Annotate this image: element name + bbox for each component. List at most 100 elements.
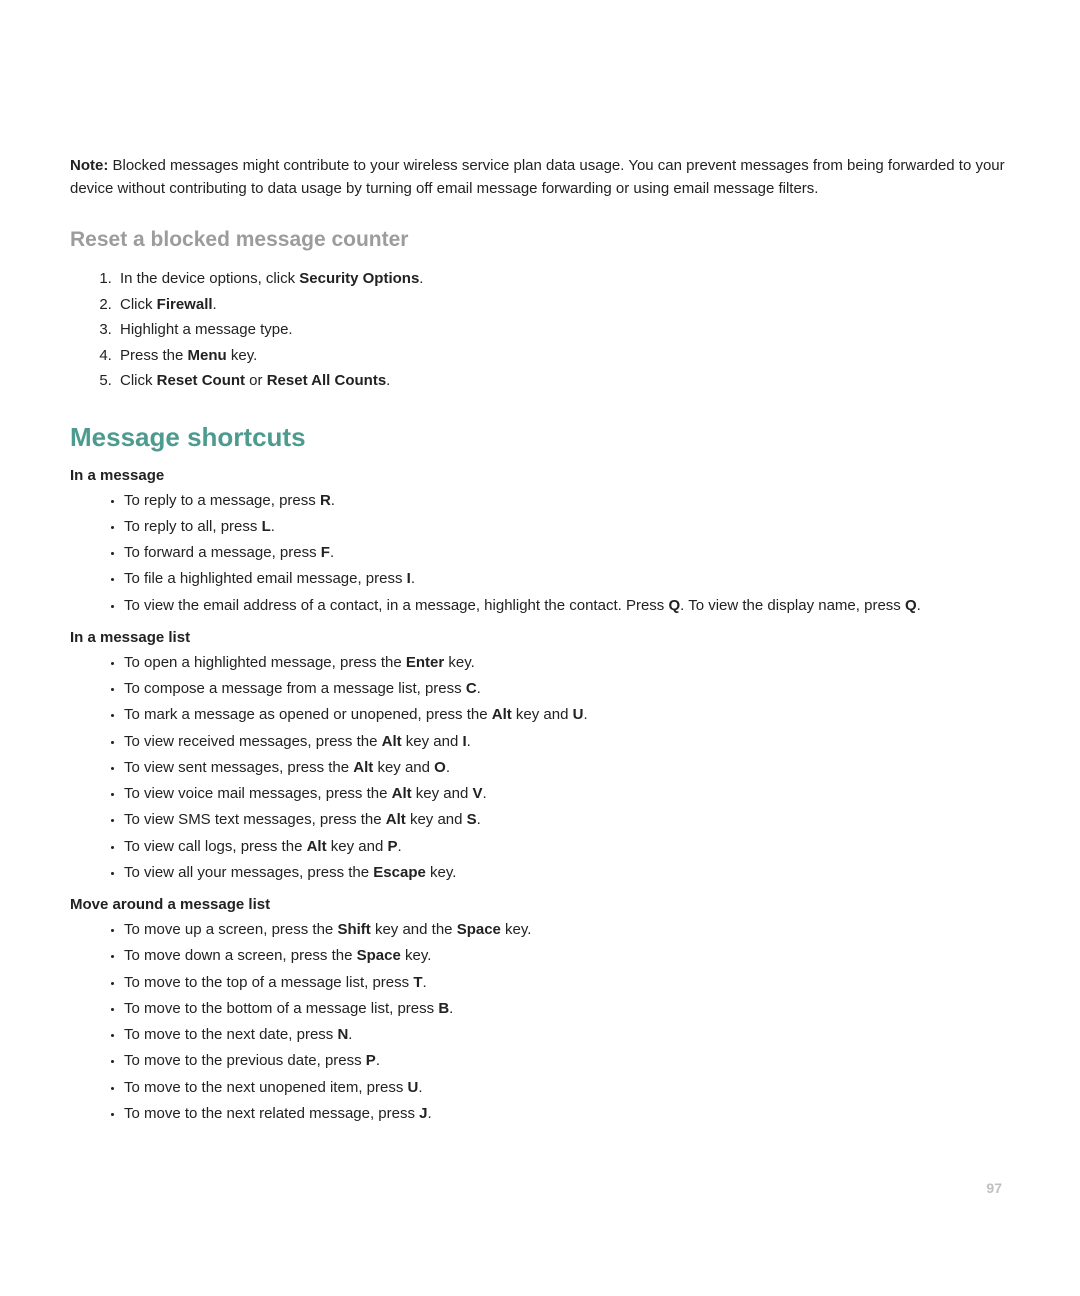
text: To move to the top of a message list, pr… <box>124 974 413 991</box>
list-item: To move to the bottom of a message list,… <box>124 996 1010 1022</box>
text: . <box>386 372 390 389</box>
bold: S <box>467 811 477 828</box>
list-item: To reply to all, press L. <box>124 514 1010 540</box>
text: . <box>376 1052 380 1069</box>
text: . <box>477 811 481 828</box>
text: key and <box>512 706 573 723</box>
text: key and <box>412 785 473 802</box>
bold: B <box>438 1000 449 1017</box>
list-item: To view sent messages, press the Alt key… <box>124 755 1010 781</box>
list-item: To forward a message, press F. <box>124 540 1010 566</box>
text: To compose a message from a message list… <box>124 680 466 697</box>
text: To view call logs, press the <box>124 838 307 855</box>
list-item: Click Reset Count or Reset All Counts. <box>116 368 1010 394</box>
bold: R <box>320 492 331 509</box>
list-item: To move to the next unopened item, press… <box>124 1075 1010 1101</box>
list-item: Click Firewall. <box>116 292 1010 318</box>
text: . <box>477 680 481 697</box>
list-item: To mark a message as opened or unopened,… <box>124 702 1010 728</box>
subheading-in-a-message: In a message <box>70 467 1010 484</box>
reset-counter-steps: In the device options, click Security Op… <box>70 266 1010 394</box>
bold: Alt <box>392 785 412 802</box>
text: key. <box>444 654 475 671</box>
text: To reply to a message, press <box>124 492 320 509</box>
text: key and <box>373 759 434 776</box>
move-around-list: To move up a screen, press the Shift key… <box>70 917 1010 1127</box>
bold: O <box>434 759 446 776</box>
text: . <box>411 570 415 587</box>
list-item: To view call logs, press the Alt key and… <box>124 834 1010 860</box>
text: . <box>428 1105 432 1122</box>
text: In the device options, click <box>120 270 299 287</box>
bold: Escape <box>373 864 426 881</box>
text: . <box>331 492 335 509</box>
text: To move to the next unopened item, press <box>124 1079 408 1096</box>
text: To mark a message as opened or unopened,… <box>124 706 492 723</box>
text: . <box>419 270 423 287</box>
note-label: Note: <box>70 157 108 174</box>
text: key and <box>402 733 463 750</box>
list-item: To view received messages, press the Alt… <box>124 729 1010 755</box>
bold: Alt <box>492 706 512 723</box>
text: To forward a message, press <box>124 544 321 561</box>
list-item: To view voice mail messages, press the A… <box>124 781 1010 807</box>
bold: Space <box>357 947 401 964</box>
text: key. <box>227 347 258 364</box>
subheading-in-a-message-list: In a message list <box>70 629 1010 646</box>
list-item: To compose a message from a message list… <box>124 676 1010 702</box>
text: To file a highlighted email message, pre… <box>124 570 407 587</box>
bold: Alt <box>307 838 327 855</box>
text: Click <box>120 372 157 389</box>
text: To view all your messages, press the <box>124 864 373 881</box>
text: . <box>449 1000 453 1017</box>
in-message-list-list: To open a highlighted message, press the… <box>70 650 1010 886</box>
text: . <box>418 1079 422 1096</box>
bold: Q <box>668 597 680 614</box>
text: To view the email address of a contact, … <box>124 597 668 614</box>
text: . <box>397 838 401 855</box>
list-item: To move up a screen, press the Shift key… <box>124 917 1010 943</box>
note-text: Blocked messages might contribute to you… <box>70 157 1005 197</box>
text: key. <box>426 864 457 881</box>
text: key and <box>406 811 467 828</box>
list-item: To view SMS text messages, press the Alt… <box>124 807 1010 833</box>
text: To move to the previous date, press <box>124 1052 366 1069</box>
bold: C <box>466 680 477 697</box>
text: . <box>917 597 921 614</box>
text: . <box>583 706 587 723</box>
text: To move to the next date, press <box>124 1026 337 1043</box>
text: or <box>245 372 267 389</box>
document-page: Note: Blocked messages might contribute … <box>0 0 1080 1296</box>
heading-reset-counter: Reset a blocked message counter <box>70 228 1010 252</box>
list-item: To move to the next date, press N. <box>124 1022 1010 1048</box>
bold: Shift <box>337 921 370 938</box>
list-item: To file a highlighted email message, pre… <box>124 566 1010 592</box>
text: Press the <box>120 347 188 364</box>
text: To move to the bottom of a message list,… <box>124 1000 438 1017</box>
text: . <box>271 518 275 535</box>
text: . <box>348 1026 352 1043</box>
bold: Alt <box>386 811 406 828</box>
text: To view sent messages, press the <box>124 759 353 776</box>
text: To view received messages, press the <box>124 733 382 750</box>
bold: Menu <box>188 347 227 364</box>
text: . <box>422 974 426 991</box>
bold: N <box>337 1026 348 1043</box>
list-item: To open a highlighted message, press the… <box>124 650 1010 676</box>
bold: Alt <box>382 733 402 750</box>
text: . <box>467 733 471 750</box>
bold: Q <box>905 597 917 614</box>
text: . <box>483 785 487 802</box>
text: Click <box>120 296 157 313</box>
bold: U <box>408 1079 419 1096</box>
text: To view voice mail messages, press the <box>124 785 392 802</box>
bold: V <box>472 785 482 802</box>
text: key. <box>501 921 532 938</box>
bold: Alt <box>353 759 373 776</box>
page-number: 97 <box>986 1180 1002 1196</box>
list-item: To view the email address of a contact, … <box>124 593 1010 619</box>
bold: P <box>366 1052 376 1069</box>
subheading-move-around: Move around a message list <box>70 896 1010 913</box>
text: key and <box>327 838 388 855</box>
bold: Space <box>457 921 501 938</box>
